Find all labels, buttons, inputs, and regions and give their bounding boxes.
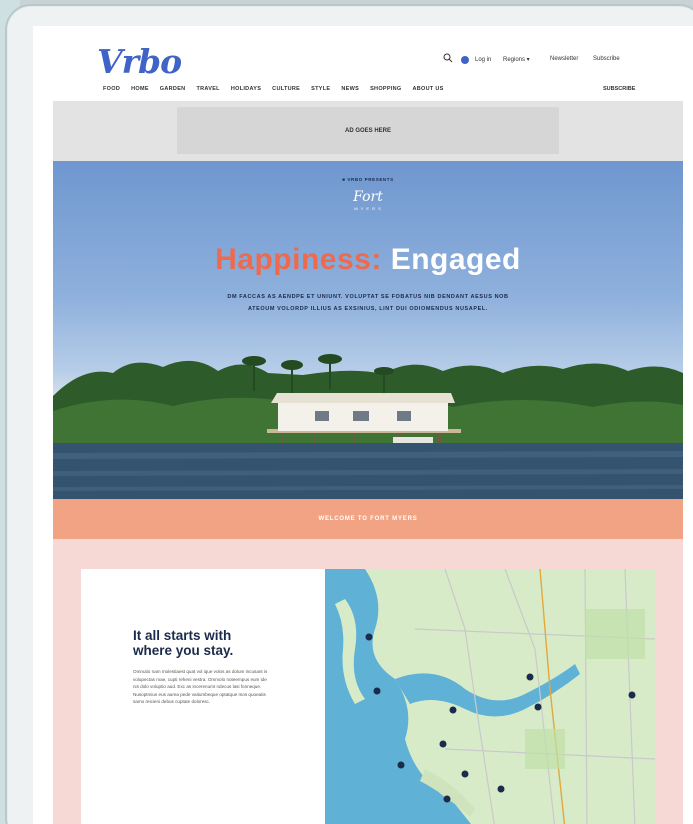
welcome-banner[interactable]: WELCOME TO FORT MYERS xyxy=(53,499,683,539)
fort-myers-script-logo: Fort xyxy=(353,189,383,205)
map-graphic xyxy=(325,569,655,824)
nav-item-home[interactable]: HOME xyxy=(131,86,149,92)
nav-item-style[interactable]: STYLE xyxy=(311,86,330,92)
login-label: Log in xyxy=(475,57,492,63)
headline-part-2: Engaged xyxy=(390,243,521,276)
nav-item-travel[interactable]: TRAVEL xyxy=(196,86,219,92)
subscribe-link[interactable]: SUBSCRIBE xyxy=(603,86,635,92)
nav-item-culture[interactable]: CULTURE xyxy=(272,86,300,92)
subscribe-link-top[interactable]: Subscribe xyxy=(593,56,620,62)
vrbo-logo[interactable]: Vrbo xyxy=(97,42,182,81)
intro-card: It all starts with where you stay. Omnut… xyxy=(81,569,655,824)
hero-subline: DM FACCAS AS AENDPE ET UNIUNT. VOLUPTAT … xyxy=(227,294,509,312)
webpage-screen: Vrbo Log in Regions ▾ Newsletter Subscri… xyxy=(33,26,693,824)
hero-headline: Happiness: Engaged xyxy=(53,243,683,277)
area-map[interactable] xyxy=(325,569,655,824)
nav-item-garden[interactable]: GARDEN xyxy=(160,86,186,92)
ad-bar: AD GOES HERE xyxy=(53,101,683,161)
regions-dropdown[interactable]: Regions ▾ xyxy=(503,56,530,63)
nav-item-news[interactable]: NEWS xyxy=(341,86,359,92)
nav-item-food[interactable]: FOOD xyxy=(103,86,120,92)
card-title: It all starts with where you stay. xyxy=(133,628,234,658)
nav-item-about-us[interactable]: ABOUT US xyxy=(413,86,444,92)
hero-kicker: ■ VRBO PRESENTS xyxy=(342,177,394,182)
search-icon[interactable] xyxy=(443,53,453,63)
hero-photo xyxy=(53,354,683,499)
nav-item-holidays[interactable]: HOLIDAYS xyxy=(231,86,261,92)
nav-item-shopping[interactable]: SHOPPING xyxy=(370,86,401,92)
newsletter-link[interactable]: Newsletter xyxy=(550,56,578,62)
script-logo-sub: M Y E R S xyxy=(354,206,382,211)
ad-placeholder[interactable]: AD GOES HERE xyxy=(177,107,559,154)
tablet-frame: Vrbo Log in Regions ▾ Newsletter Subscri… xyxy=(5,4,693,824)
main-nav: FOOD HOME GARDEN TRAVEL HOLIDAYS CULTURE… xyxy=(103,86,444,92)
card-body: Omnutio nam molestiaest quat vol ique vo… xyxy=(133,669,268,705)
hero-section: ■ VRBO PRESENTS Fort M Y E R S Happiness… xyxy=(53,161,683,499)
headline-part-1: Happiness: xyxy=(215,243,382,276)
user-icon xyxy=(461,56,469,64)
login-link[interactable]: Log in xyxy=(461,56,491,64)
